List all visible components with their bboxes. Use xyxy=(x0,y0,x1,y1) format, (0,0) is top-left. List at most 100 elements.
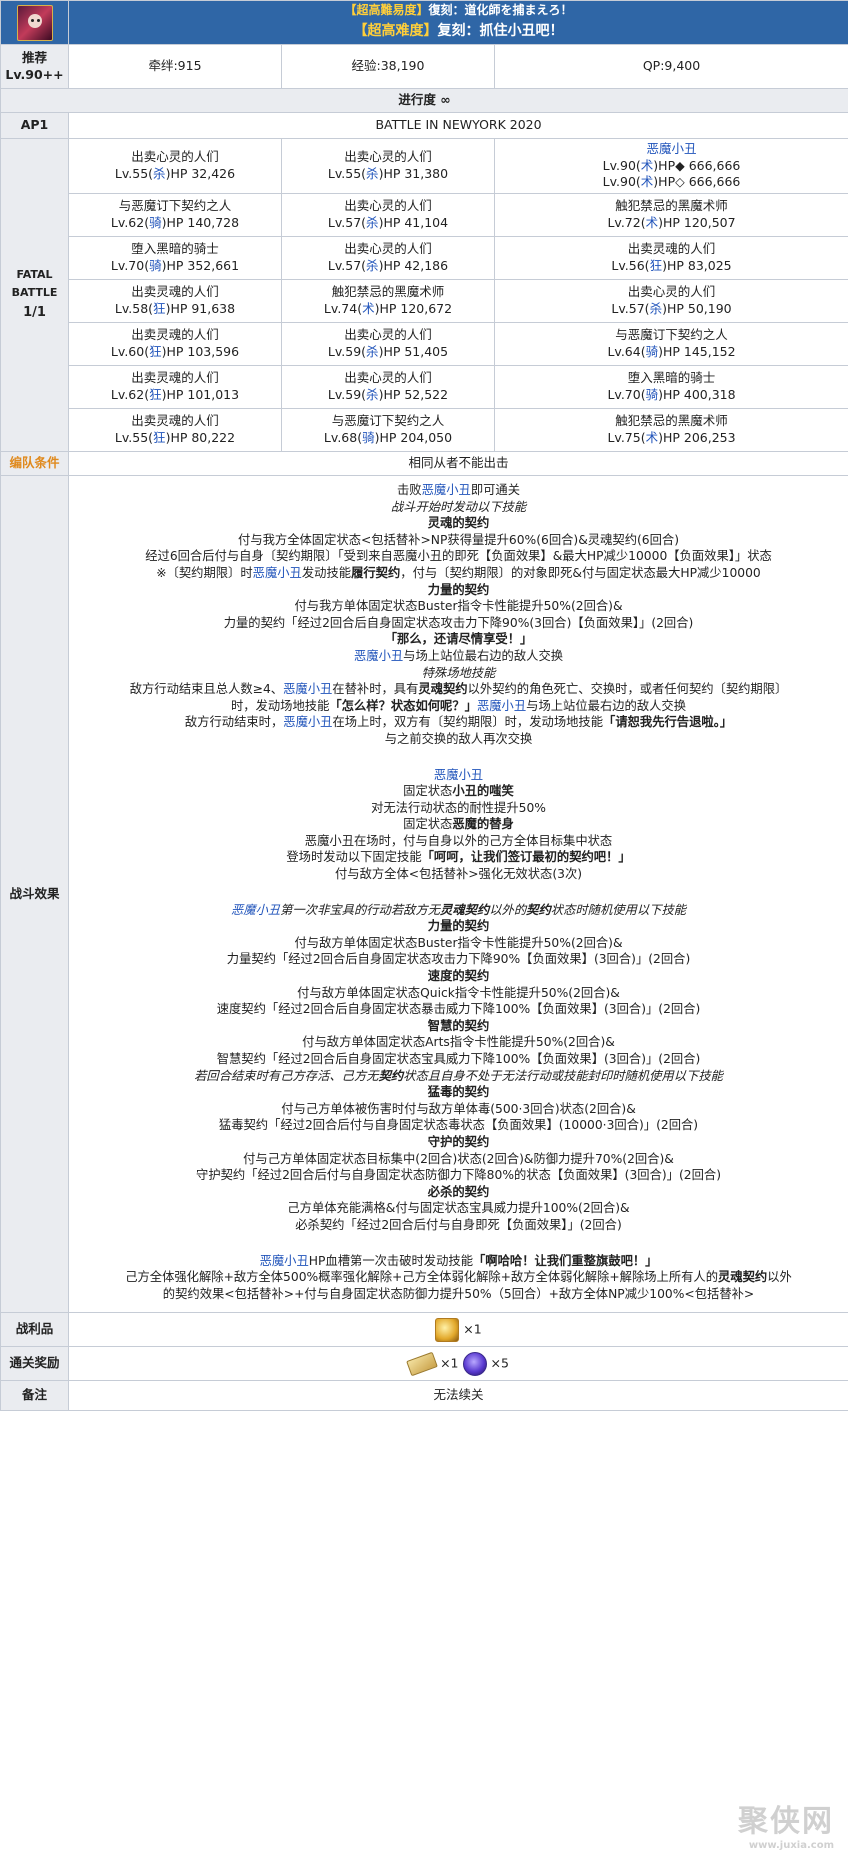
subtitle-tag: 【超高難易度】 xyxy=(344,3,429,17)
effect-text: 与场上站位最右边的敌人交换 xyxy=(526,698,687,713)
effect-line: 力量的契约 xyxy=(75,582,842,599)
boss-link[interactable]: 恶魔小丑 xyxy=(422,483,471,497)
effect-text: 的契约效果<包括替补>+付与自身固定状态防御力提升50%（5回合）+敌方全体NP… xyxy=(162,1286,755,1301)
quest-table: 【超高難易度】復刻：道化師を捕まえろ！ 【超高难度】复刻：抓住小丑吧！ 推荐 L… xyxy=(0,0,848,1412)
effect-text: 灵魂的契约 xyxy=(427,516,490,531)
enemy-cell: 出卖灵魂的人们 Lv.58(狂)HP 91,638 xyxy=(68,279,282,323)
effect-text: 登场时发动以下固定技能 xyxy=(286,850,422,865)
boss-link[interactable]: 恶魔小丑 xyxy=(354,649,403,663)
enemy-cell: 触犯禁忌的黑魔术师 Lv.72(术)HP 120,507 xyxy=(493,193,848,237)
enemy-stats: Lv.57(杀)HP 41,104 xyxy=(327,215,449,230)
enemy-stats: Lv.90(术)HP◆ 666,666 xyxy=(602,157,741,173)
enemy-stats: Lv.55(狂)HP 80,222 xyxy=(114,430,236,445)
enemy-stats: Lv.70(骑)HP 352,661 xyxy=(110,258,240,273)
boss-link[interactable]: 恶魔小丑 xyxy=(477,699,526,713)
enemy-grid: FATAL BATTLE 1/1 出卖心灵的人们 Lv.55(杀)HP 32,426 出卖… xyxy=(0,138,848,452)
effect-line: 守护契约「经过2回合后付与自身固定状态防御力下降80%的状态【负面效果】(3回合… xyxy=(75,1167,842,1184)
effect-text: 必杀契约「经过2回合后付与自身即死【负面效果】」(2回合) xyxy=(295,1217,622,1232)
effect-line: 恶魔小丑 xyxy=(75,767,842,784)
effect-line: 付与己方单体固定状态目标集中(2回合)状态(2回合)&防御力提升70%(2回合)… xyxy=(75,1151,842,1168)
effect-line: 付与敌方单体固定状态Buster指令卡性能提升50%(2回合)& xyxy=(75,935,842,952)
boss-link[interactable]: 恶魔小丑 xyxy=(434,768,483,782)
enemy-cell: 与恶魔订下契约之人 Lv.68(骑)HP 204,050 xyxy=(281,408,495,452)
effect-text: 付与己方单体固定状态目标集中(2回合)状态(2回合)&防御力提升70%(2回合)… xyxy=(243,1151,674,1166)
subtitle-text: 復刻：道化師を捕まえろ！ xyxy=(428,3,573,17)
enemy-name: 出卖心灵的人们 xyxy=(131,149,219,165)
ticket-icon xyxy=(406,1351,438,1377)
effect-line: 恶魔小丑HP血槽第一次击破时发动技能「啊哈哈！让我们重整旗鼓吧！」 xyxy=(75,1253,842,1270)
effect-text: 付与敌方单体固定状态Quick指令卡性能提升50%(2回合)& xyxy=(297,985,620,1000)
effect-gap xyxy=(75,748,842,767)
effect-line: 己方单体充能满格&付与固定状态宝具威力提升100%(2回合)& xyxy=(75,1200,842,1217)
battle-effects: 击败恶魔小丑即可通关 战斗开始时发动以下技能 灵魂的契约 付与我方全体固定状态<包括替… xyxy=(67,474,848,1314)
loot-label: 战利品 xyxy=(0,1312,69,1348)
boss-link[interactable]: 恶魔小丑 xyxy=(283,682,332,696)
enemy-name[interactable]: 恶魔小丑 xyxy=(495,141,848,158)
enemy-cell: 触犯禁忌的黑魔术师 Lv.74(术)HP 120,672 xyxy=(281,279,495,323)
enemy-row: 与恶魔订下契约之人 Lv.62(骑)HP 140,728 出卖心灵的人们 Lv.57(… xyxy=(1,193,848,237)
effect-line: 智慧的契约 xyxy=(75,1018,842,1035)
enemy-cell: 出卖心灵的人们 Lv.57(杀)HP 50,190 xyxy=(493,279,848,323)
enemy-stats: Lv.55(杀)HP 31,380 xyxy=(327,166,449,181)
enemy-stats: Lv.62(狂)HP 101,013 xyxy=(110,387,240,402)
enemy-name: 出卖心灵的人们 xyxy=(344,149,432,165)
enemy-stats: Lv.57(杀)HP 42,186 xyxy=(327,258,449,273)
effect-text: 力量的契约「经过2回合后自身固定状态攻击力下降90%(3回合)【负面效果】」(2… xyxy=(223,615,694,630)
effect-text: 付与敌方单体固定状态Buster指令卡性能提升50%(2回合)& xyxy=(294,935,623,950)
enemy-name: 与恶魔订下契约之人 xyxy=(615,327,728,343)
enemy-stats: Lv.57(杀)HP 50,190 xyxy=(611,301,732,316)
enemy-name: 出卖心灵的人们 xyxy=(627,284,716,300)
effect-line: 己方全体强化解除+敌方全体500%概率强化解除+己方全体弱化解除+敌方全体弱化解… xyxy=(75,1269,842,1286)
enemy-row: FATAL BATTLE 1/1 出卖心灵的人们 Lv.55(杀)HP 32,426 出卖… xyxy=(0,138,848,452)
enemy-stats: Lv.70(骑)HP 400,318 xyxy=(607,387,736,402)
boss-link[interactable]: 恶魔小丑 xyxy=(283,715,332,729)
effect-line: 力量的契约 xyxy=(75,918,842,935)
boss-link[interactable]: 恶魔小丑 xyxy=(253,566,302,580)
effect-text: 特殊场地技能 xyxy=(421,665,496,680)
purple-gem-icon xyxy=(462,1351,487,1376)
site-watermark: 聚侠网 www.juxia.com xyxy=(738,1796,834,1851)
effect-text: 付与敌方单体固定状态Arts指令卡性能提升50%(2回合)& xyxy=(302,1035,615,1050)
boss-icon-cell xyxy=(0,0,69,45)
effect-text: 「怎么样？状态如何呢？」 xyxy=(329,698,477,713)
boss-link[interactable]: 恶魔小丑 xyxy=(260,1254,309,1268)
enemy-stats: Lv.59(杀)HP 51,405 xyxy=(327,344,449,359)
ticket-count: ×1 xyxy=(440,1355,459,1371)
effect-text: 力量契约「经过2回合后自身固定状态攻击力下降90%【负面效果】(3回合)」(2回… xyxy=(226,952,691,967)
enemy-name: 触犯禁忌的黑魔术师 xyxy=(615,413,728,429)
demon-clown-icon xyxy=(16,4,53,41)
enemy-cell: 堕入黑暗的骑士 Lv.70(骑)HP 352,661 xyxy=(68,236,282,280)
enemy-cell: 出卖心灵的人们 Lv.59(杀)HP 51,405 xyxy=(281,322,495,366)
effect-line: 猛毒的契约 xyxy=(75,1084,842,1101)
enemy-name: 出卖灵魂的人们 xyxy=(131,413,219,429)
effect-line: 力量契约「经过2回合后自身固定状态攻击力下降90%【负面效果】(3回合)」(2回… xyxy=(75,951,842,968)
quest-subtitle-jp: 【超高難易度】復刻：道化師を捕まえろ！ xyxy=(69,2,848,19)
effect-text: 速度的契约 xyxy=(427,969,490,984)
gold-material-icon xyxy=(435,1317,460,1342)
effect-text: 以外 xyxy=(767,1270,792,1285)
quest-header: 【超高難易度】復刻：道化師を捕まえろ！ 【超高难度】复刻：抓住小丑吧！ xyxy=(67,0,848,45)
enemy-row: 出卖灵魂的人们 Lv.55(狂)HP 80,222 与恶魔订下契约之人 Lv.68(骑… xyxy=(1,408,848,452)
enemy-cell: 出卖灵魂的人们 Lv.55(狂)HP 80,222 xyxy=(68,408,282,452)
effect-line: 灵魂的契约 xyxy=(75,515,842,532)
effect-line: 速度契约「经过2回合后自身固定状态暴击威力下降100%【负面效果】(3回合)」(… xyxy=(75,1001,842,1018)
effect-text: 守护契约「经过2回合后付与自身固定状态防御力下降80%的状态【负面效果】(3回合… xyxy=(196,1168,721,1183)
recommend-label: 推荐 Lv.90++ xyxy=(0,44,69,89)
effect-text: 固定状态 xyxy=(403,817,453,832)
enemy-cell: 与恶魔订下契约之人 Lv.62(骑)HP 140,728 xyxy=(68,193,282,237)
enemy-cell: 出卖灵魂的人们 Lv.62(狂)HP 101,013 xyxy=(68,365,282,409)
enemy-name: 出卖灵魂的人们 xyxy=(131,327,219,343)
enemy-stats: Lv.55(杀)HP 32,426 xyxy=(114,166,236,181)
quest-title: 【超高难度】复刻：抓住小丑吧！ xyxy=(69,19,848,43)
effect-line: 付与我方全体固定状态<包括替补>NP获得量提升60%(6回合)&灵魂契约(6回合… xyxy=(75,532,842,549)
effect-text: 若回合结束时有己方存活、己方无 xyxy=(194,1068,379,1083)
notes-text: 无法续关 xyxy=(67,1380,848,1412)
boss-link[interactable]: 恶魔小丑 xyxy=(231,903,280,917)
effect-line: 速度的契约 xyxy=(75,968,842,985)
effect-text: 猛毒的契约 xyxy=(427,1085,490,1100)
battle-name: BATTLE IN NEWYORK 2020 xyxy=(67,112,848,139)
effect-line: 时，发动场地技能「怎么样？状态如何呢？」恶魔小丑与场上站位最右边的敌人交换 xyxy=(75,698,842,715)
effect-line: 力量的契约「经过2回合后自身固定状态攻击力下降90%(3回合)【负面效果】」(2… xyxy=(75,615,842,632)
enemy-name: 出卖心灵的人们 xyxy=(344,327,432,343)
loot-count: ×1 xyxy=(463,1321,482,1337)
